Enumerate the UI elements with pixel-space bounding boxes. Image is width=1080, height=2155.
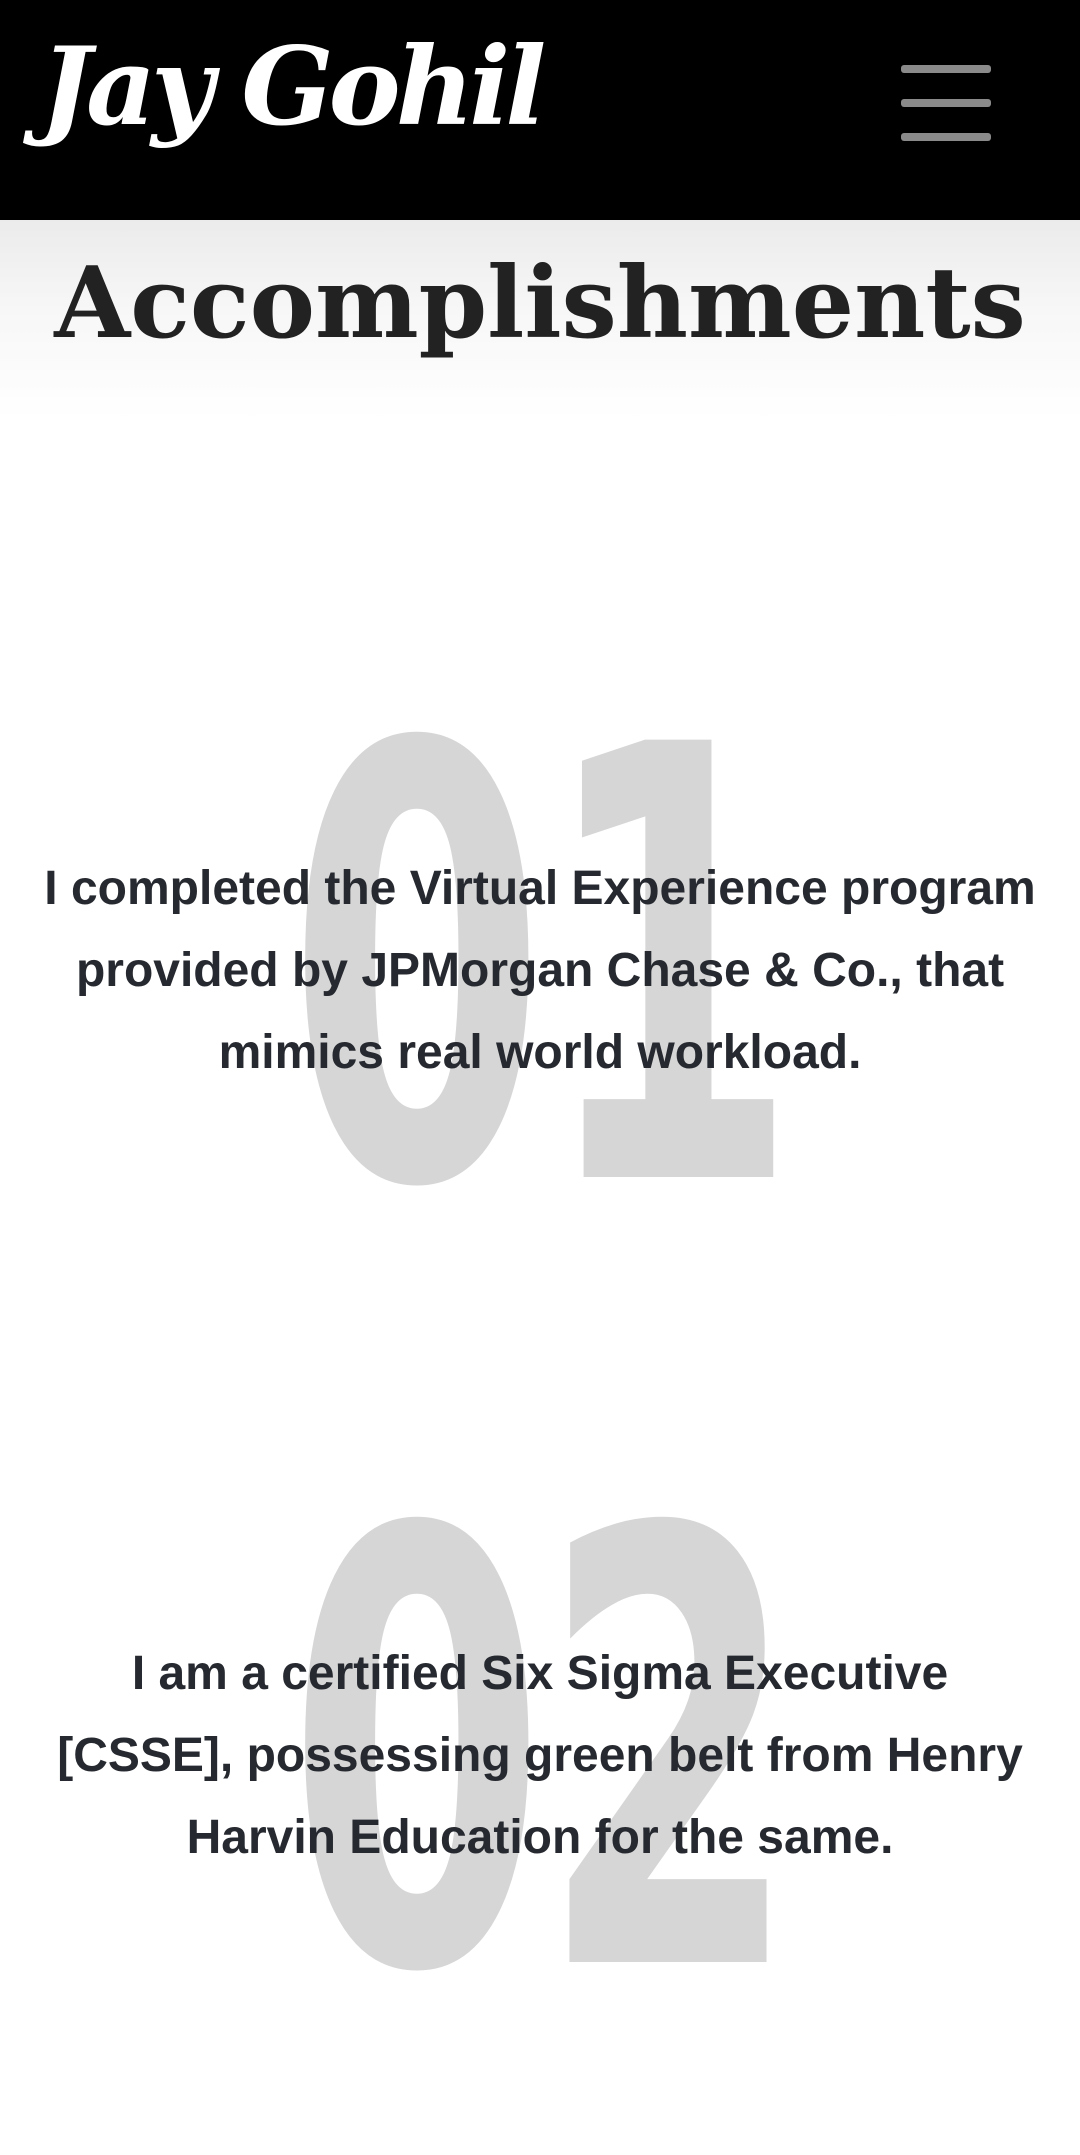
brand-logo[interactable]: Jay Gohil [40, 28, 546, 147]
title-section: Accomplishments [0, 220, 1080, 420]
top-navbar: Jay Gohil [0, 0, 1080, 220]
menu-button[interactable] [896, 58, 996, 148]
accomplishment-text: I am a certified Six Sigma Executive [CS… [57, 1647, 1023, 1864]
page-title: Accomplishments [54, 246, 1026, 361]
accomplishment-text: I completed the Virtual Experience progr… [44, 862, 1036, 1079]
